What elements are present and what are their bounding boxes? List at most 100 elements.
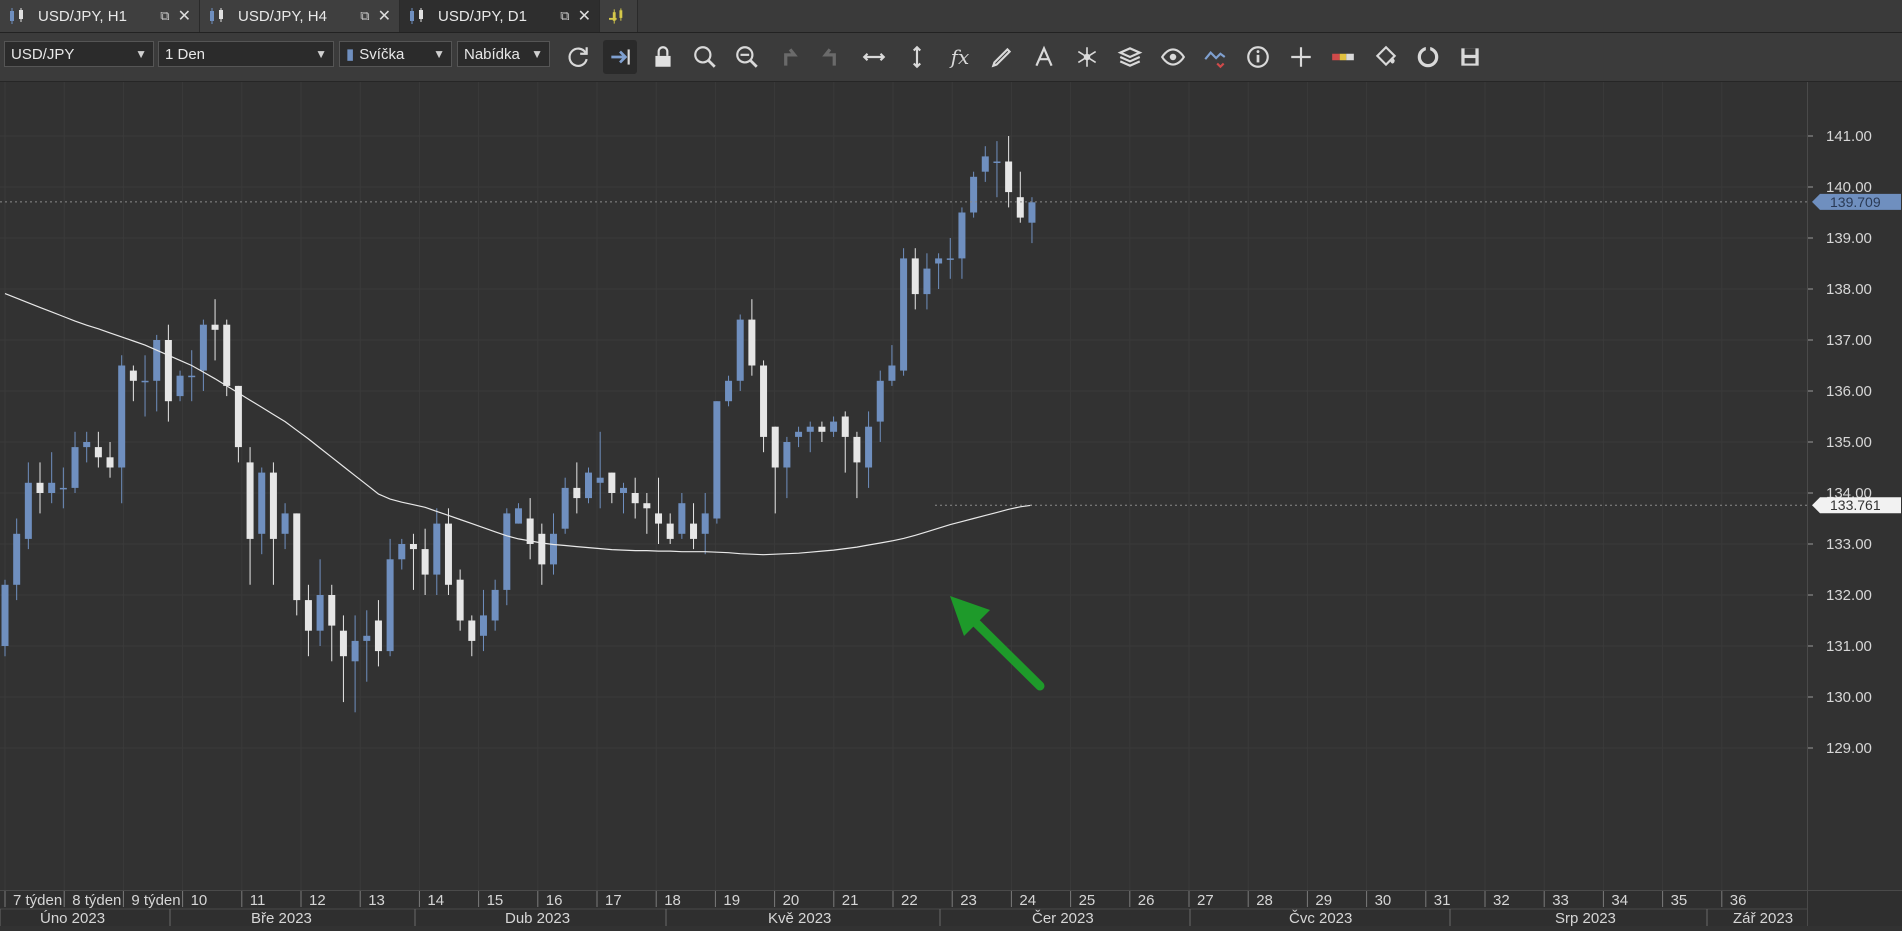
signals-icon[interactable] <box>1198 40 1232 74</box>
fill-bucket-icon[interactable] <box>1369 40 1403 74</box>
week-label: 17 <box>605 892 622 909</box>
current-price-label: 139.709 <box>1830 194 1881 210</box>
chevron-down-icon: ▼ <box>315 47 327 61</box>
week-label: 15 <box>487 892 504 909</box>
candle-body <box>491 589 499 621</box>
popout-icon[interactable]: ⧉ <box>160 8 169 24</box>
candle-icon <box>210 8 223 24</box>
info-icon[interactable] <box>1241 40 1275 74</box>
color-bar-icon[interactable] <box>1326 40 1360 74</box>
candle-body <box>958 212 966 259</box>
redo-icon[interactable] <box>814 40 848 74</box>
tab-label: USD/JPY, H1 <box>38 7 127 25</box>
reset-icon[interactable] <box>1411 40 1445 74</box>
candle-body <box>993 161 1001 163</box>
week-label: 22 <box>901 892 918 909</box>
candle-body <box>13 533 21 585</box>
undo-icon[interactable] <box>772 40 806 74</box>
time-axis[interactable]: 7 týden 8 týden 9 týden 10 11 12 13 14 15 16 17 18 1… <box>0 890 1807 927</box>
close-icon[interactable]: ✕ <box>178 6 191 26</box>
candle-body <box>865 426 873 468</box>
pencil-icon[interactable] <box>985 40 1019 74</box>
add-chart-button[interactable] <box>600 0 638 32</box>
price-side-select[interactable]: Nabídka ▼ <box>457 41 550 67</box>
candle-body <box>853 436 861 463</box>
tab-usdjpy-h4[interactable]: USD/JPY, H4 ⧉ ✕ <box>200 0 400 32</box>
chevron-down-icon: ▼ <box>135 47 147 61</box>
week-label: 26 <box>1138 892 1155 909</box>
candle-body <box>456 579 464 621</box>
popout-icon[interactable]: ⧉ <box>360 8 369 24</box>
candle-body <box>94 447 102 458</box>
candle-body <box>479 615 487 636</box>
week-label: 28 <box>1256 892 1273 909</box>
candle-body <box>71 447 79 488</box>
chart-style-select[interactable]: ▮ Svíčka ▼ <box>339 41 452 67</box>
week-label: 24 <box>1019 892 1036 909</box>
chevron-down-icon: ▼ <box>531 47 543 61</box>
candle-body <box>561 487 569 529</box>
price-axis[interactable]: 141.00 140.00 139.00 138.00 137.00 136.00 135.… <box>1807 82 1902 890</box>
save-icon[interactable] <box>1453 40 1487 74</box>
candle-body <box>281 513 289 534</box>
candle-body <box>304 600 312 631</box>
candle-body <box>748 319 756 366</box>
price-tick-label: 133.00 <box>1826 536 1872 553</box>
candle-body <box>153 340 161 381</box>
instrument-select[interactable]: USD/JPY ▼ <box>4 41 154 67</box>
candle-body <box>83 442 91 448</box>
week-label: 11 <box>250 892 266 909</box>
layers-icon[interactable] <box>1113 40 1147 74</box>
candle-body <box>841 416 849 437</box>
tab-usdjpy-h1[interactable]: USD/JPY, H1 ⧉ ✕ <box>0 0 200 32</box>
candle-body <box>713 401 721 519</box>
candle-body <box>398 544 406 560</box>
indicators-fx-icon[interactable]: fx <box>943 40 977 74</box>
popout-icon[interactable]: ⧉ <box>560 8 569 24</box>
shift-chart-icon[interactable] <box>603 40 637 74</box>
lock-icon[interactable] <box>646 40 680 74</box>
week-label: 13 <box>368 892 385 909</box>
tab-label: USD/JPY, H4 <box>238 7 327 25</box>
candle-body <box>783 442 791 468</box>
week-label: 8 týden <box>72 892 121 909</box>
candle-body <box>678 503 686 534</box>
tab-usdjpy-d1[interactable]: USD/JPY, D1 ⧉ ✕ <box>400 0 600 32</box>
week-label: 30 <box>1375 892 1392 909</box>
candle-body <box>1005 161 1013 193</box>
candle-body <box>374 620 382 652</box>
week-label: 21 <box>842 892 859 909</box>
month-label: Bře 2023 <box>251 910 312 926</box>
week-label: 18 <box>664 892 681 909</box>
chart-tab-bar: USD/JPY, H1 ⧉ ✕ USD/JPY, H4 ⧉ ✕ USD/JPY,… <box>0 0 1902 33</box>
week-label: 36 <box>1730 892 1747 909</box>
crosshair-icon[interactable] <box>1284 40 1318 74</box>
week-label: 7 týden <box>13 892 62 909</box>
candle-body <box>760 365 768 437</box>
text-tool-icon[interactable] <box>1027 40 1061 74</box>
eye-icon[interactable] <box>1156 40 1190 74</box>
price-chart[interactable] <box>0 82 1807 890</box>
candle-body <box>923 268 931 295</box>
candle-body <box>409 544 417 550</box>
candle-body <box>199 324 207 371</box>
week-label: 23 <box>960 892 977 909</box>
zoom-out-icon[interactable] <box>730 40 764 74</box>
refresh-icon[interactable] <box>561 40 595 74</box>
candle-body <box>946 258 954 260</box>
price-tick-label: 141.00 <box>1826 128 1872 145</box>
candle-body <box>608 472 616 493</box>
candle-body <box>444 523 452 585</box>
week-label: 10 <box>191 892 208 909</box>
period-select[interactable]: 1 Den ▼ <box>158 41 334 67</box>
candle-body <box>585 472 592 499</box>
close-icon[interactable]: ✕ <box>378 6 391 26</box>
week-label: 14 <box>427 892 444 909</box>
fit-horizontal-icon[interactable] <box>857 40 891 74</box>
close-icon[interactable]: ✕ <box>578 6 591 26</box>
zoom-in-icon[interactable] <box>688 40 722 74</box>
candlestick-plot[interactable] <box>0 82 1807 890</box>
pattern-icon[interactable] <box>1070 40 1104 74</box>
fit-vertical-icon[interactable] <box>900 40 934 74</box>
candle-body <box>620 487 628 493</box>
